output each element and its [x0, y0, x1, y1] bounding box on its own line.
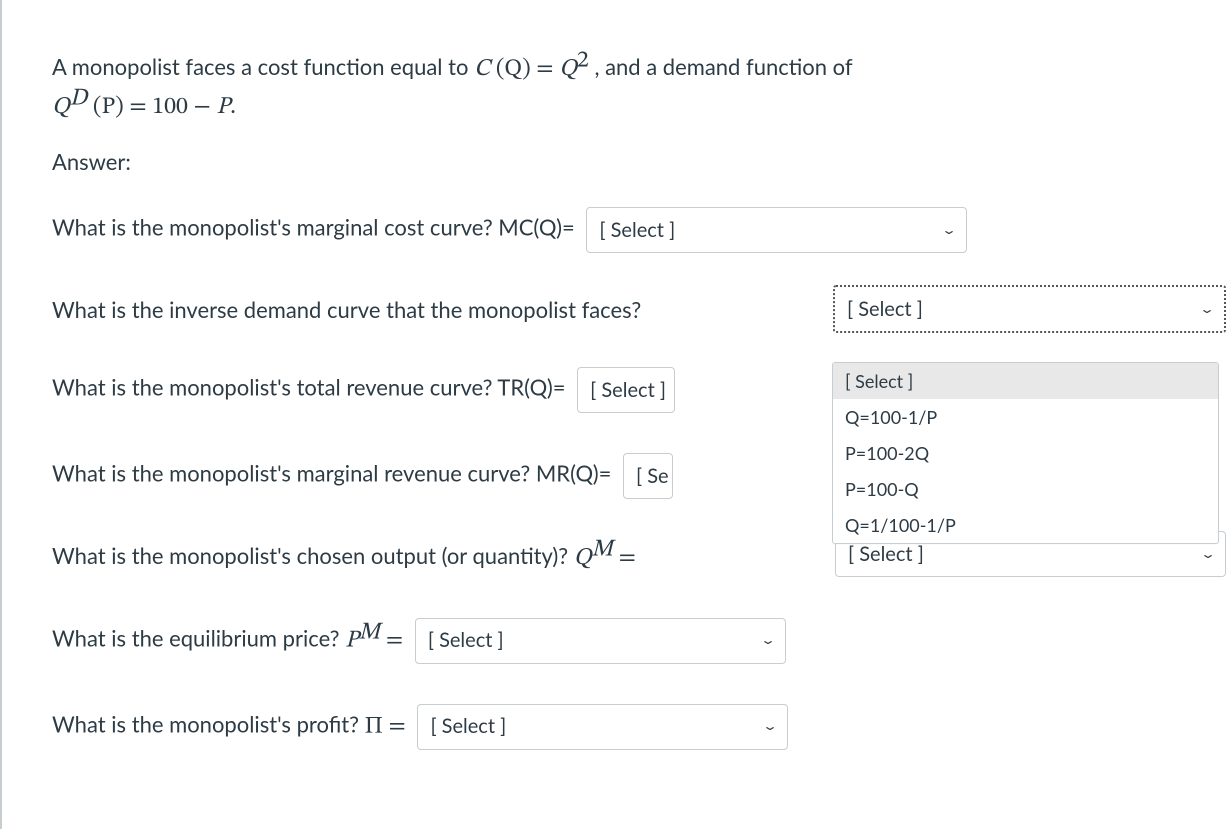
- period: .: [230, 95, 236, 119]
- dropdown-option-2[interactable]: P=100-2Q: [833, 435, 1218, 471]
- question-3-text: What is the monopolist's total revenue c…: [52, 374, 566, 401]
- q4-select-value: [ Select ]: [636, 461, 668, 492]
- question-5-text: What is the monopolist's chosen output (…: [52, 542, 574, 569]
- cost-fn-arg: (Q): [496, 57, 531, 81]
- answer-heading: Answer:: [52, 148, 1226, 175]
- q6-eq: =: [386, 628, 403, 652]
- question-1-row: What is the monopolist's marginal cost c…: [52, 207, 1226, 253]
- q3-select-value: [ Select ]: [590, 375, 666, 406]
- eq-sign-1: =: [536, 57, 559, 81]
- chevron-down-icon: ⌄: [1200, 545, 1216, 564]
- cost-rhs-Q: Q: [559, 57, 577, 81]
- q7-eq: =: [389, 714, 406, 738]
- demand-eq: = 100 −: [129, 95, 216, 119]
- chevron-down-icon: ⌄: [941, 221, 957, 240]
- demand-P: P: [216, 95, 230, 119]
- q4-select[interactable]: [ Select ]: [623, 453, 673, 499]
- chevron-down-icon: ⌄: [1199, 300, 1215, 319]
- q2-select-value: [ Select ]: [847, 294, 943, 325]
- q2-dropdown-list[interactable]: [ Select ] Q=100-1/P P=100-2Q P=100-Q Q=…: [832, 362, 1219, 544]
- q7-select-value: [ Select ]: [430, 711, 526, 742]
- intro-text-1: A monopolist faces a cost function equal…: [52, 53, 474, 80]
- q7-var: Π: [365, 714, 383, 738]
- q6-var: P: [345, 628, 359, 652]
- q2-select[interactable]: [ Select ] ⌄: [833, 285, 1226, 333]
- q1-select[interactable]: [ Select ] ⌄: [586, 207, 967, 253]
- question-6-text: What is the equilibrium price?: [52, 624, 345, 651]
- chevron-down-icon: ⌄: [760, 631, 776, 650]
- cost-rhs-exp: 2: [577, 49, 589, 73]
- quiz-question-container: A monopolist faces a cost function equal…: [0, 0, 1226, 829]
- question-6-row: What is the equilibrium price? PM = [ Se…: [52, 618, 1226, 664]
- dropdown-option-3[interactable]: P=100-Q: [833, 471, 1218, 507]
- q3-select[interactable]: [ Select ]: [577, 367, 675, 413]
- cost-fn-C: C: [474, 57, 490, 81]
- dropdown-option-4[interactable]: Q=1/100-1/P: [833, 507, 1218, 543]
- question-7-row: What is the monopolist's profit? Π = [ S…: [52, 704, 1226, 750]
- dropdown-option-placeholder[interactable]: [ Select ]: [833, 363, 1218, 399]
- question-7-text: What is the monopolist's profit?: [52, 710, 365, 737]
- q6-select-value: [ Select ]: [428, 625, 524, 656]
- question-5-row: What is the monopolist's chosen output (…: [52, 539, 1226, 577]
- q5-eq: =: [619, 546, 636, 570]
- question-1-text: What is the monopolist's marginal cost c…: [52, 214, 575, 241]
- dropdown-option-1[interactable]: Q=100-1/P: [833, 399, 1218, 435]
- problem-statement: A monopolist faces a cost function equal…: [52, 50, 1226, 126]
- q7-select[interactable]: [ Select ] ⌄: [417, 704, 788, 750]
- chevron-down-icon: ⌄: [762, 717, 778, 736]
- demand-arg: (P): [93, 95, 124, 119]
- q1-select-value: [ Select ]: [599, 215, 695, 246]
- q5-var: Q: [574, 546, 592, 570]
- intro-text-2: , and a demand function of: [594, 53, 852, 80]
- q5-sup: M: [591, 538, 612, 562]
- q6-select[interactable]: [ Select ] ⌄: [415, 618, 786, 664]
- demand-sup-D: D: [70, 87, 88, 111]
- question-4-text: What is the monopolist's marginal revenu…: [52, 460, 611, 487]
- q6-sup: M: [359, 620, 380, 644]
- question-2-text: What is the inverse demand curve that th…: [52, 296, 641, 323]
- demand-Q: Q: [52, 95, 70, 119]
- question-2-row: What is the inverse demand curve that th…: [52, 293, 1226, 327]
